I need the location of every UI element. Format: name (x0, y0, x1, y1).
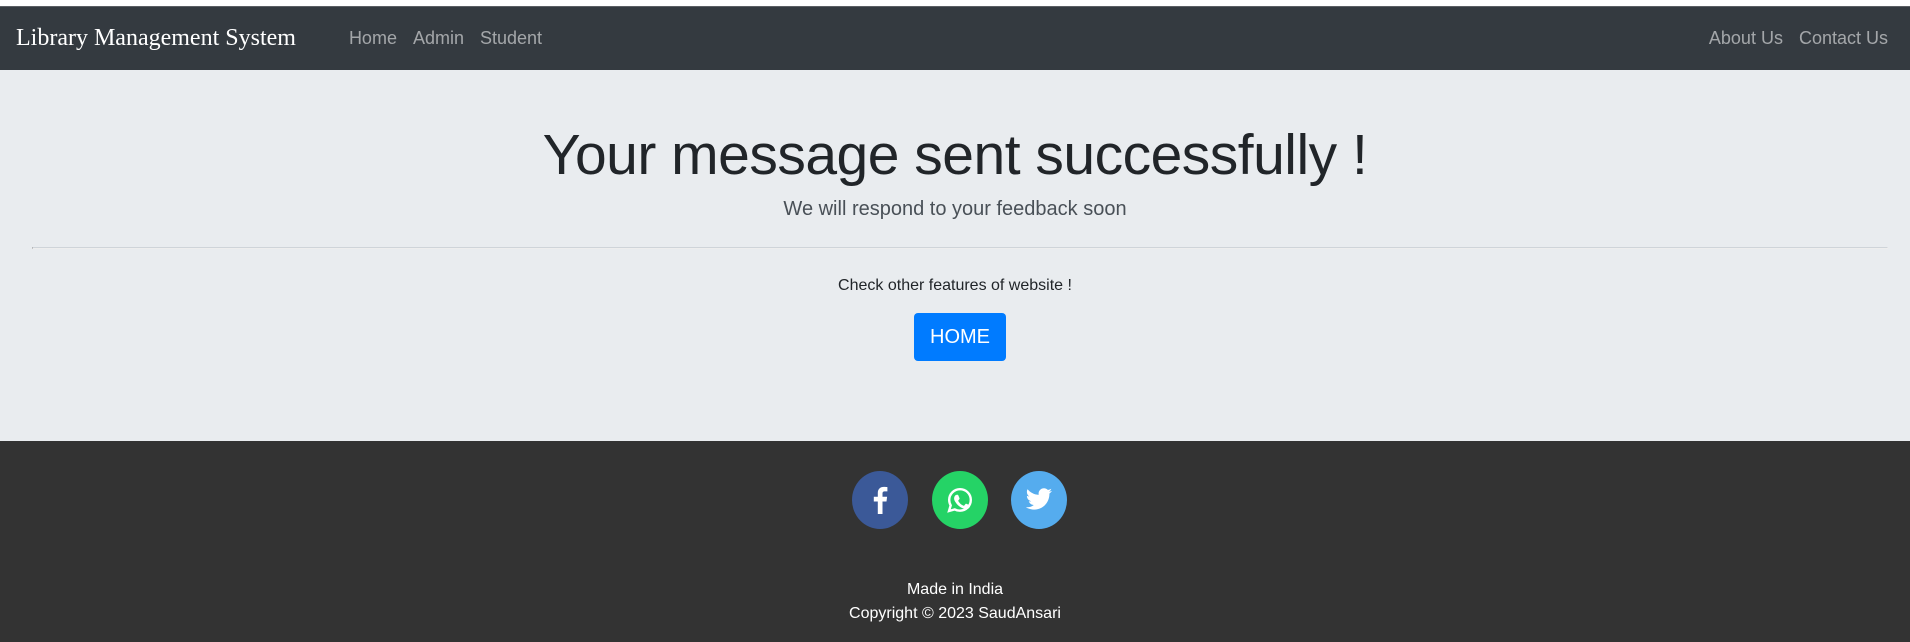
nav-left: Home Admin Student (341, 28, 550, 49)
brand-title[interactable]: Library Management System (16, 25, 296, 52)
nav-contact-link[interactable]: Contact Us (1791, 28, 1896, 49)
facebook-button[interactable] (852, 471, 908, 529)
success-heading: Your message sent successfully ! (542, 123, 1368, 187)
nav-about-link[interactable]: About Us (1701, 28, 1791, 49)
navbar: Library Management System Home Admin Stu… (0, 7, 1910, 70)
made-in-text: Made in India (906, 581, 1004, 598)
features-text: Check other features of website ! (838, 277, 1072, 294)
twitter-button[interactable] (1011, 471, 1067, 529)
whatsapp-button[interactable] (932, 471, 988, 529)
nav-home-link[interactable]: Home (341, 28, 405, 49)
footer: Made in India Copyright © 2023 SaudAnsar… (0, 441, 1910, 642)
top-edge (0, 0, 1910, 7)
whatsapp-icon (946, 486, 974, 514)
nav-right: About Us Contact Us (1701, 28, 1896, 49)
home-button[interactable]: HOME (914, 313, 1006, 361)
facebook-icon (872, 486, 888, 514)
twitter-icon (1025, 488, 1053, 512)
success-jumbotron: Your message sent successfully ! We will… (0, 70, 1910, 441)
nav-student-link[interactable]: Student (472, 28, 550, 49)
divider (32, 247, 1888, 249)
nav-admin-link[interactable]: Admin (405, 28, 472, 49)
copyright-text: Copyright © 2023 SaudAnsari (849, 605, 1061, 622)
success-subtext: We will respond to your feedback soon (783, 198, 1127, 220)
